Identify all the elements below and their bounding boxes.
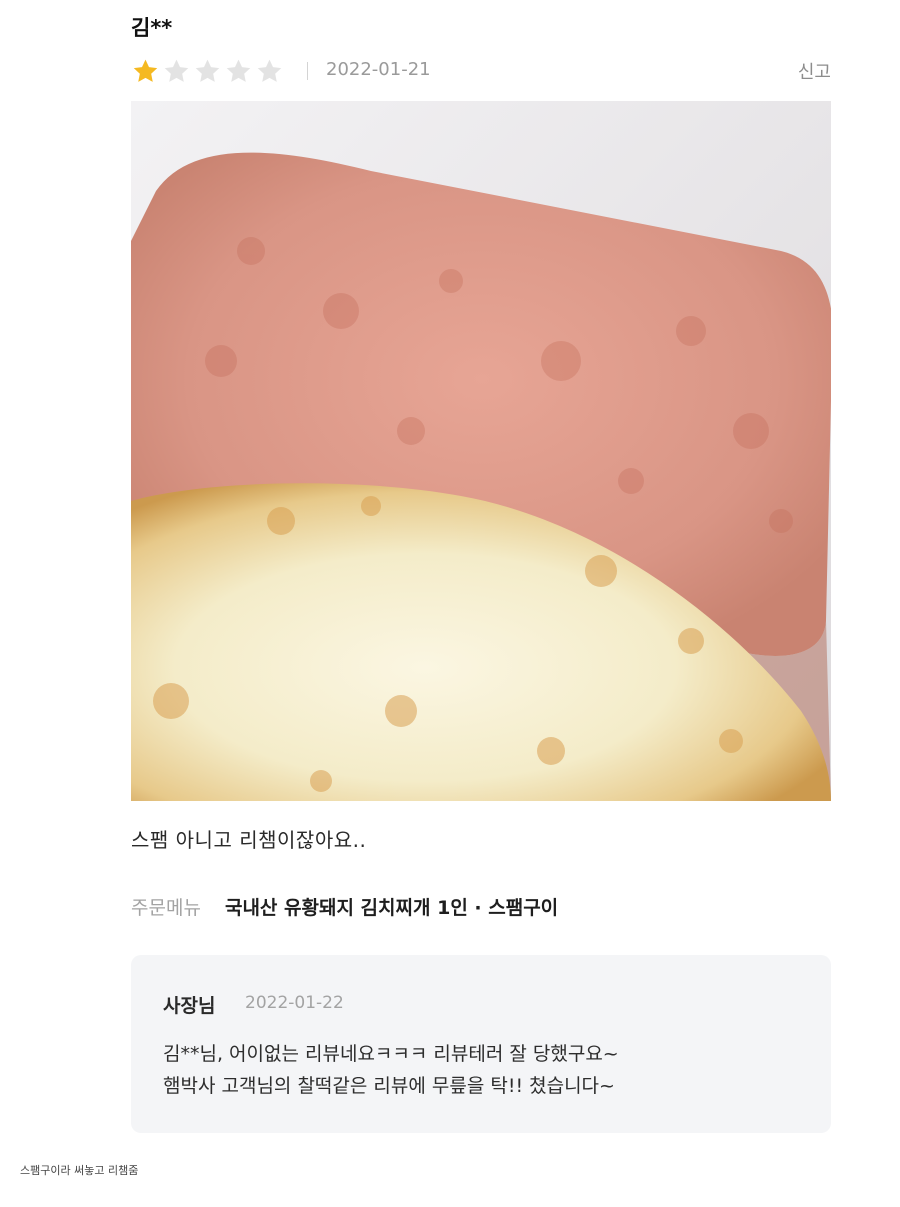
egg-spot xyxy=(719,729,743,753)
star-icon xyxy=(226,59,251,82)
spam-speck xyxy=(439,269,463,293)
star-shape xyxy=(195,59,220,82)
star-shape xyxy=(133,59,158,82)
star-icon xyxy=(195,59,220,82)
reply-author: 사장님 xyxy=(163,995,216,1017)
review-text: 스팸 아니고 리챔이잖아요.. xyxy=(131,828,367,852)
order-menu-label: 주문메뉴 xyxy=(131,897,201,919)
spam-speck xyxy=(541,341,581,381)
star-icon xyxy=(164,59,189,82)
egg-spot xyxy=(310,770,332,792)
order-menu-row: 주문메뉴 국내산 유황돼지 김치찌개 1인 · 스팸구이 xyxy=(131,893,558,920)
review-date: 2022-01-21 xyxy=(326,59,431,80)
reviewer-name: 김** xyxy=(131,16,173,40)
star-shape xyxy=(164,59,189,82)
spam-speck xyxy=(769,509,793,533)
post-caption: 스팸구이라 써놓고 리챔줌 xyxy=(20,1164,139,1177)
reply-line: 김**님, 어이없는 리뷰네요ㅋㅋㅋ 리뷰테러 잘 당했구요~ xyxy=(163,1043,619,1065)
reply-text: 김**님, 어이없는 리뷰네요ㅋㅋㅋ 리뷰테러 잘 당했구요~ 햄박사 고객님의… xyxy=(163,1038,813,1102)
star-icon xyxy=(133,59,158,82)
star-shape xyxy=(226,59,251,82)
egg-spot xyxy=(153,683,189,719)
spam-speck xyxy=(205,345,237,377)
review-meta-row: 2022-01-21 신고 xyxy=(131,56,831,86)
egg-spot xyxy=(267,507,295,535)
meta-divider xyxy=(307,62,308,80)
egg-spot xyxy=(585,555,617,587)
spam-speck xyxy=(397,417,425,445)
star-shape xyxy=(257,59,282,82)
egg-spot xyxy=(537,737,565,765)
spam-speck xyxy=(323,293,359,329)
report-button[interactable]: 신고 xyxy=(798,58,831,84)
reply-date: 2022-01-22 xyxy=(245,993,344,1013)
spam-speck xyxy=(618,468,644,494)
reply-line: 햄박사 고객님의 찰떡같은 리뷰에 무릎을 탁!! 쳤습니다~ xyxy=(163,1075,615,1097)
star-rating xyxy=(131,56,286,86)
review-photo[interactable] xyxy=(131,101,831,801)
order-menu-items[interactable]: 국내산 유황돼지 김치찌개 1인 · 스팸구이 xyxy=(225,897,558,919)
spam-speck xyxy=(676,316,706,346)
owner-reply-box: 사장님 2022-01-22 김**님, 어이없는 리뷰네요ㅋㅋㅋ 리뷰테러 잘… xyxy=(131,955,831,1133)
star-icon xyxy=(257,59,282,82)
spam-speck xyxy=(733,413,769,449)
egg-spot xyxy=(678,628,704,654)
egg-spot xyxy=(385,695,417,727)
spam-speck xyxy=(237,237,265,265)
egg-spot xyxy=(361,496,381,516)
